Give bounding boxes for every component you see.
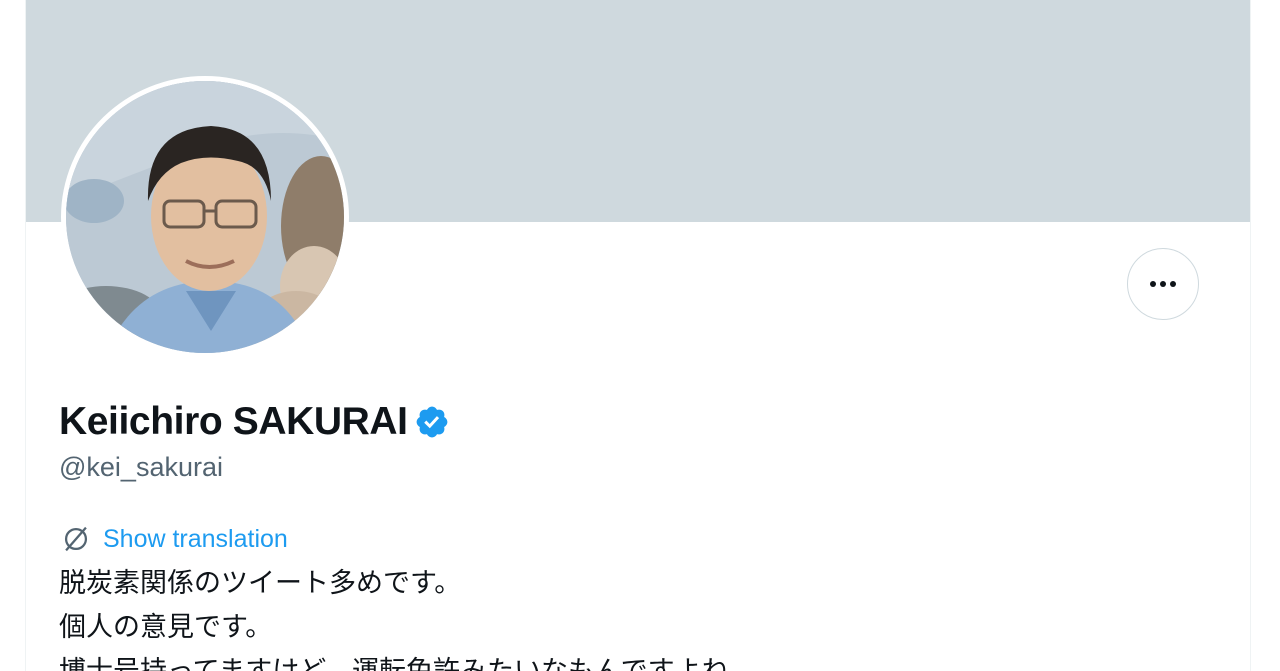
profile-avatar[interactable] (61, 76, 349, 358)
profile-handle: @kei_sakurai (59, 452, 223, 482)
display-name: Keiichiro SAKURAI (59, 400, 408, 443)
bio-line: 脱炭素関係のツイート多めです。 (59, 568, 462, 599)
profile-page: Keiichiro SAKURAI @kei_sakurai Show tran… (25, 0, 1251, 671)
avatar-photo (66, 81, 344, 353)
profile-name-row: Keiichiro SAKURAI (59, 396, 450, 448)
more-horizontal-icon (1150, 281, 1176, 287)
translate-icon (64, 526, 88, 552)
bio-line: 個人の意見です。 (59, 612, 273, 643)
bio-line: 博士号持ってますけど、運転免許みたいなもんですよね。 (59, 650, 1209, 671)
show-translation-link[interactable]: Show translation (103, 525, 288, 554)
verified-badge-icon[interactable] (414, 404, 450, 440)
translation-row: Show translation (59, 520, 288, 558)
more-options-button[interactable] (1127, 248, 1199, 320)
profile-bio: 脱炭素関係のツイート多めです。 個人の意見です。 博士号持ってますけど、運転免許… (59, 562, 1209, 671)
